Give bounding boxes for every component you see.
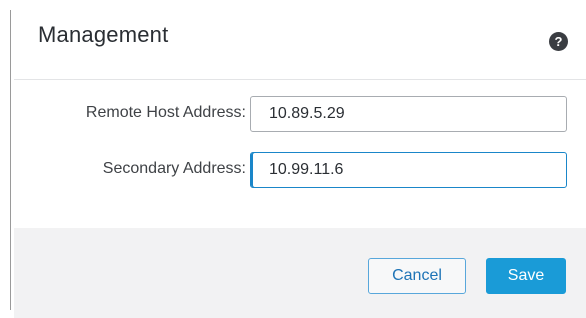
window-edge-divider bbox=[10, 10, 11, 310]
dialog-header: Management ? bbox=[14, 0, 586, 80]
secondary-address-label: Secondary Address: bbox=[102, 160, 246, 177]
remote-host-address-input[interactable] bbox=[250, 96, 567, 132]
dialog-footer: Cancel Save bbox=[14, 228, 586, 318]
cancel-button[interactable]: Cancel bbox=[368, 258, 466, 294]
secondary-address-input[interactable] bbox=[250, 152, 567, 188]
help-icon[interactable]: ? bbox=[549, 32, 568, 51]
management-dialog: Management ? Remote Host Address: Second… bbox=[14, 0, 586, 318]
remote-host-address-label: Remote Host Address: bbox=[85, 104, 246, 121]
dialog-title: Management bbox=[38, 22, 169, 47]
save-button[interactable]: Save bbox=[486, 258, 566, 294]
